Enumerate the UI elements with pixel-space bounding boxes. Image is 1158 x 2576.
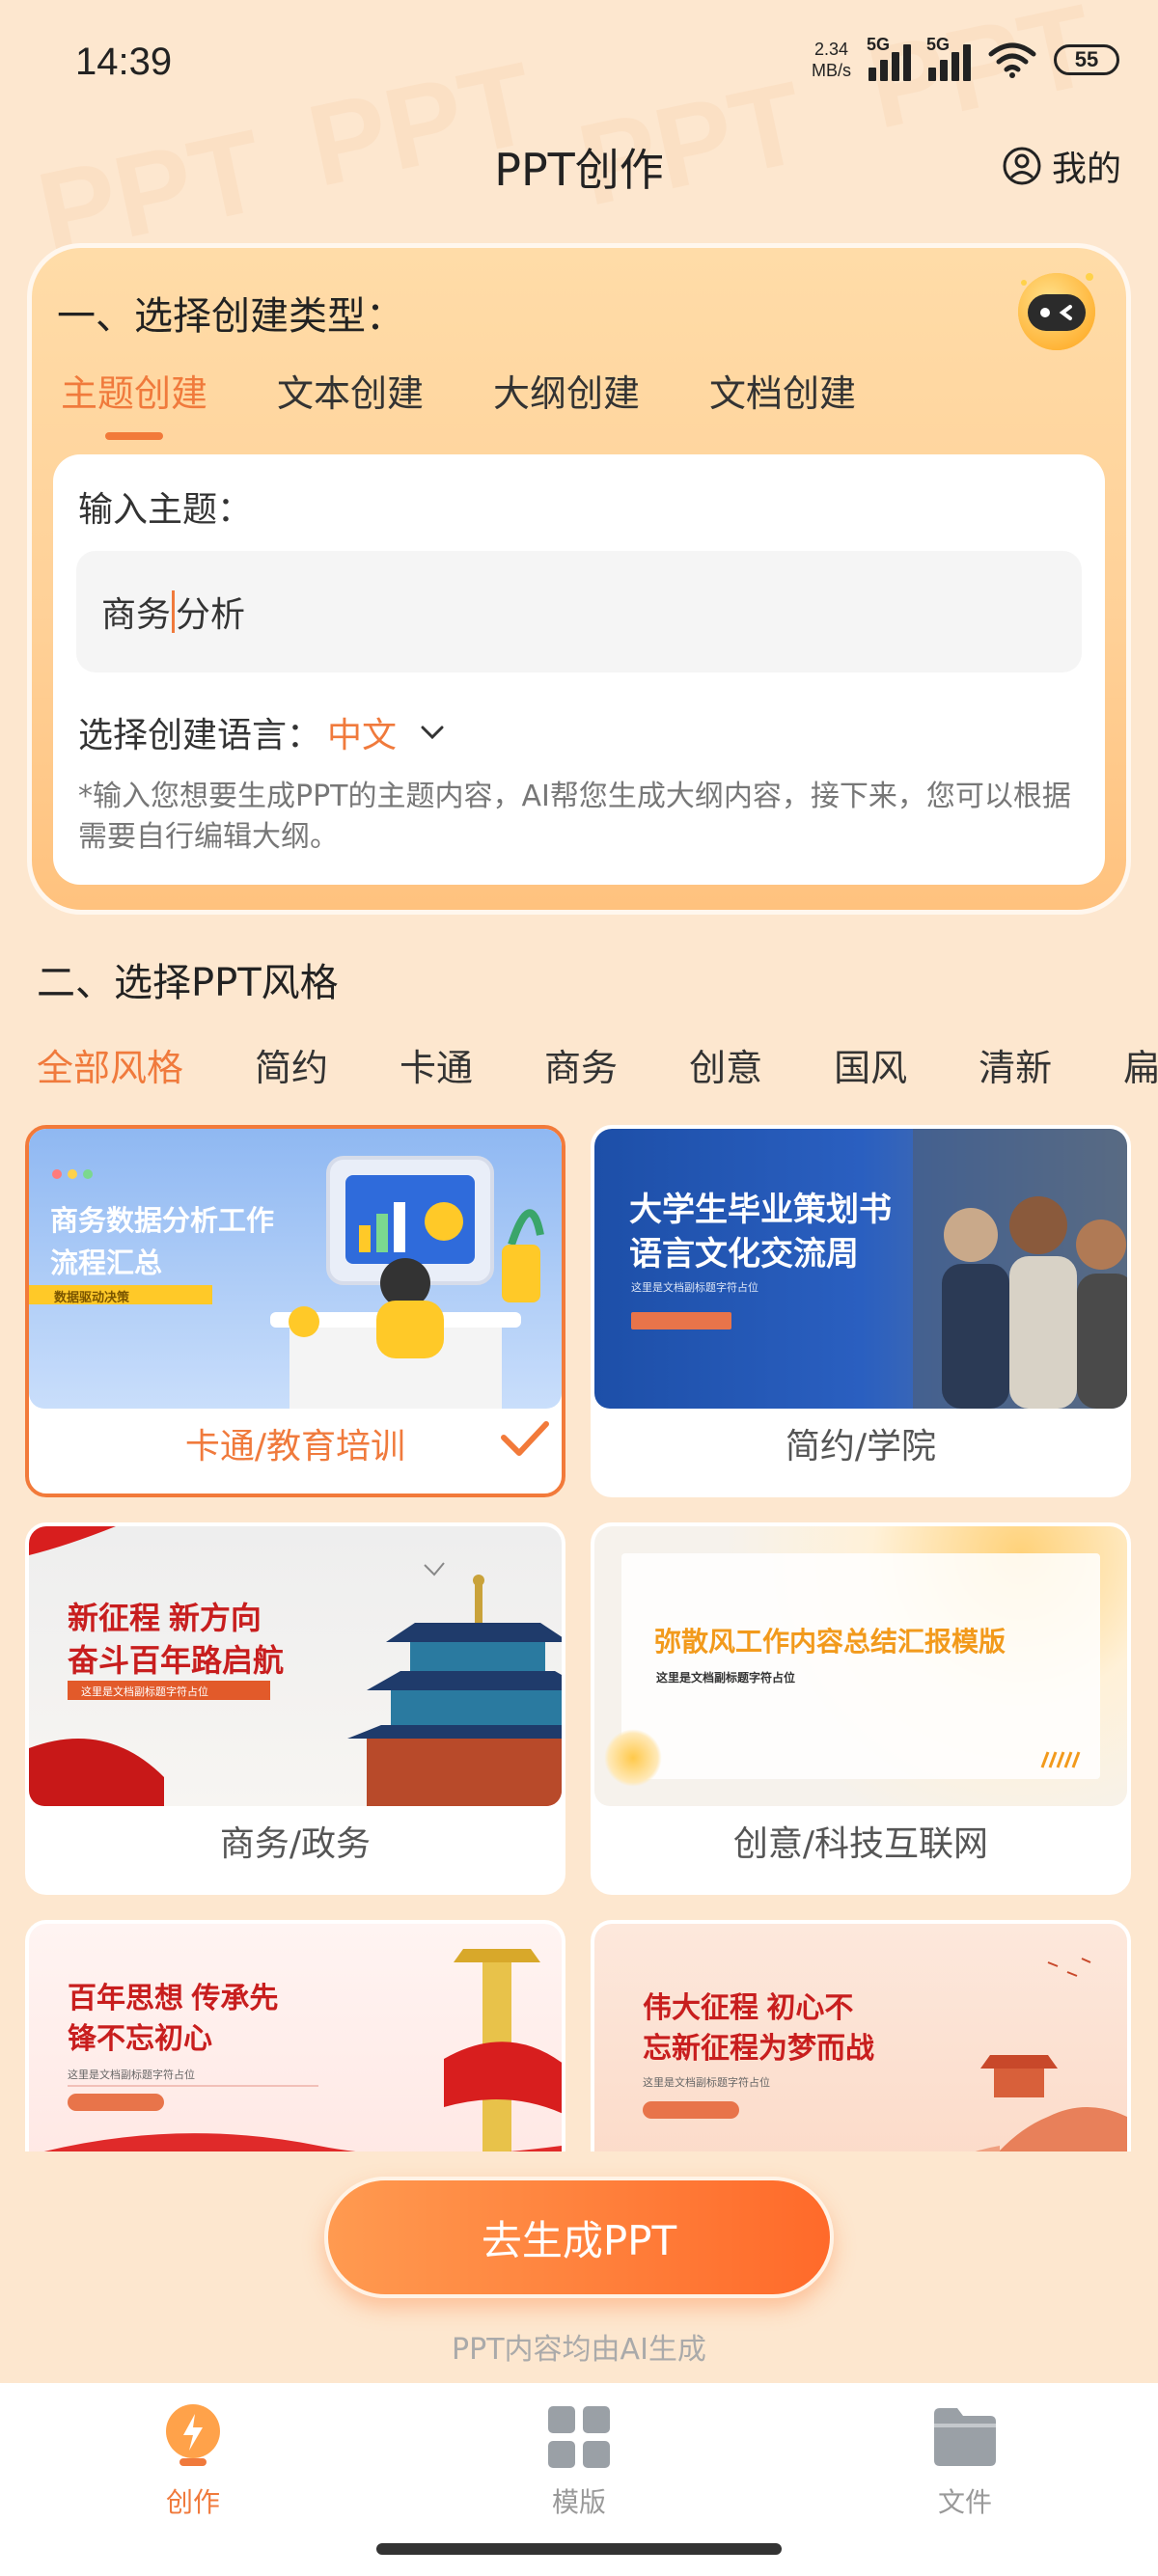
template-label: 商务/政务	[219, 1824, 372, 1864]
network-speed: 2.34 MB/s	[812, 39, 851, 81]
thumbnail-title: 大学生毕业策划书	[629, 1192, 892, 1228]
signal-label: 5G	[867, 35, 891, 54]
tab-outline-create[interactable]: 大纲创建	[493, 364, 640, 417]
nav-item-create[interactable]: 创作	[96, 2400, 290, 2520]
template-card-business-government[interactable]: 新征程 新方向 奋斗百年路启航 这里是文档副标题字符占位 商务/政务	[25, 1522, 565, 1895]
thumbnail-title: 弥散风工作内容总结汇报模版	[654, 1627, 1006, 1657]
template-thumbnail: 新征程 新方向 奋斗百年路启航 这里是文档副标题字符占位	[29, 1526, 562, 1806]
nav-label: 创作	[165, 2486, 220, 2518]
thumbnail-title: 奋斗百年路启航	[68, 1643, 285, 1678]
lightning-icon	[166, 2404, 220, 2466]
template-grid: 商务数据分析工作 流程汇总 数据驱动决策 卡通/教育培训 大学生毕业策划书 语言…	[25, 1125, 1133, 2151]
thumbnail-subtitle: 这里是文档副标题字符占位	[643, 2077, 770, 2089]
generate-ppt-button[interactable]: 去生成PPT	[324, 2177, 834, 2298]
text-caret	[172, 590, 176, 633]
network-speed-value: 2.34	[813, 40, 849, 59]
thumbnail-title: 锋不忘初心	[68, 2023, 212, 2055]
mine-button[interactable]: 我的	[1002, 141, 1121, 191]
tab-business[interactable]: 商务	[544, 1038, 618, 1091]
nav-label: 模版	[551, 2486, 606, 2518]
thumbnail-subtitle: 这里是文档副标题字符占位	[81, 1686, 208, 1698]
tab-document-create[interactable]: 文档创建	[709, 364, 856, 417]
tab-topic-create[interactable]: 主题创建	[61, 364, 207, 417]
topic-input-panel: 输入主题： 商务 分析 选择创建语言： 中文 *输入您想要生成PPT的主题内容，A…	[53, 454, 1105, 885]
tab-simple[interactable]: 简约	[255, 1038, 328, 1091]
home-indicator[interactable]	[376, 2543, 782, 2555]
tab-cartoon[interactable]: 卡通	[400, 1038, 473, 1091]
template-card-red-heritage[interactable]: 百年思想 传承先 锋不忘初心 这里是文档副标题字符占位	[25, 1920, 565, 2151]
signal-label: 5G	[926, 35, 951, 54]
template-card-great-journey[interactable]: 伟大征程 初心不 忘新征程为梦而战 这里是文档副标题字符占位	[591, 1920, 1131, 2151]
stripes-decoration-icon	[1040, 1751, 1081, 1768]
status-icons: 2.34 MB/s 5G 5G 55	[812, 35, 1119, 81]
signal-icon: 5G	[926, 35, 971, 81]
template-thumbnail: 百年思想 传承先 锋不忘初心 这里是文档副标题字符占位	[29, 1924, 562, 2151]
network-speed-unit: MB/s	[811, 61, 851, 80]
signal-icon: 5G	[867, 35, 911, 81]
topic-input-text: 分析	[176, 595, 246, 635]
thumbnail-title: 流程汇总	[50, 1248, 163, 1279]
template-card-cartoon-education[interactable]: 商务数据分析工作 流程汇总 数据驱动决策 卡通/教育培训	[25, 1125, 565, 1497]
create-type-title: 一、选择创建类型：	[57, 294, 404, 339]
tab-all-styles[interactable]: 全部风格	[37, 1038, 183, 1091]
language-value: 中文	[327, 716, 398, 755]
create-type-tabs: 主题创建 文本创建 大纲创建 文档创建	[61, 364, 856, 417]
thumbnail-subtitle: 这里是文档副标题字符占位	[68, 2069, 195, 2081]
tab-flat[interactable]: 扁	[1123, 1038, 1158, 1091]
tab-creative[interactable]: 创意	[689, 1038, 762, 1091]
template-thumbnail: 弥散风工作内容总结汇报模版 这里是文档副标题字符占位	[594, 1526, 1127, 1806]
thumbnail-tag: 数据驱动决策	[54, 1290, 130, 1304]
template-card-creative-tech[interactable]: 弥散风工作内容总结汇报模版 这里是文档副标题字符占位 创意/科技互联网	[591, 1522, 1131, 1895]
template-label: 创意/科技互联网	[732, 1824, 989, 1864]
language-label: 选择创建语言：	[78, 716, 322, 755]
topic-hint: *输入您想要生成PPT的主题内容，AI帮您生成大纲内容，接下来，您可以根据需要自…	[78, 780, 1071, 854]
thumbnail-title: 忘新征程为梦而战	[643, 2033, 874, 2065]
checkmark-icon	[501, 1421, 549, 1456]
thumbnail-title: 伟大征程 初心不	[643, 1992, 854, 2024]
grid-icon	[548, 2406, 610, 2468]
style-tabs: 全部风格 简约 卡通 商务 创意 国风 清新 扁	[37, 1038, 1158, 1091]
thumbnail-subtitle: 这里是文档副标题字符占位	[631, 1282, 758, 1294]
create-type-card: 一、选择创建类型： 主题创建 文本创建 大纲创建 文档创建 输入主题： 商务 分析…	[27, 243, 1131, 915]
thumbnail-title: 商务数据分析工作	[50, 1206, 275, 1237]
folder-icon	[934, 2408, 996, 2466]
template-card-simple-academy[interactable]: 大学生毕业策划书 语言文化交流周 这里是文档副标题字符占位 简约/学院	[591, 1125, 1131, 1497]
topic-input-text: 商务	[101, 595, 172, 635]
thumbnail-subtitle: 这里是文档副标题字符占位	[656, 1671, 796, 1685]
status-bar: 14:39 2.34 MB/s 5G 5G 55	[0, 0, 1158, 125]
template-label: 卡通/教育培训	[184, 1427, 406, 1466]
tab-text-create[interactable]: 文本创建	[277, 364, 424, 417]
template-label: 简约/学院	[785, 1427, 937, 1466]
nav-item-templates[interactable]: 模版	[482, 2400, 676, 2520]
topic-input[interactable]: 商务 分析	[76, 551, 1082, 672]
topic-input-label: 输入主题：	[78, 490, 253, 530]
template-thumbnail: 伟大征程 初心不 忘新征程为梦而战 这里是文档副标题字符占位	[594, 1924, 1127, 2151]
chevron-down-icon	[421, 726, 444, 740]
nav-item-files[interactable]: 文件	[868, 2400, 1062, 2520]
mine-label: 我的	[1051, 150, 1121, 189]
tab-fresh[interactable]: 清新	[979, 1038, 1052, 1091]
desk-illustration-icon	[270, 1156, 544, 1409]
ai-generated-note: PPT内容均由AI生成	[452, 2333, 706, 2367]
page-title: PPT创作	[494, 144, 664, 196]
nav-label: 文件	[937, 2486, 992, 2518]
template-thumbnail: 商务数据分析工作 流程汇总 数据驱动决策	[29, 1129, 562, 1409]
wifi-icon	[988, 42, 1036, 78]
language-selector[interactable]: 选择创建语言： 中文	[78, 707, 447, 757]
thumbnail-title: 语言文化交流周	[629, 1236, 859, 1273]
style-title: 二、选择PPT风格	[37, 961, 339, 1005]
thumbnail-title: 百年思想 传承先	[68, 1983, 279, 2014]
template-thumbnail: 大学生毕业策划书 语言文化交流周 这里是文档副标题字符占位	[594, 1129, 1127, 1409]
battery-icon: 55	[1054, 44, 1119, 75]
thumbnail-title: 新征程 新方向	[68, 1601, 262, 1635]
user-icon	[1003, 147, 1041, 185]
status-time: 14:39	[75, 41, 173, 83]
robot-mascot-icon	[1018, 273, 1095, 350]
students-photo-icon	[913, 1129, 1127, 1409]
tab-chinese-style[interactable]: 国风	[834, 1038, 907, 1091]
